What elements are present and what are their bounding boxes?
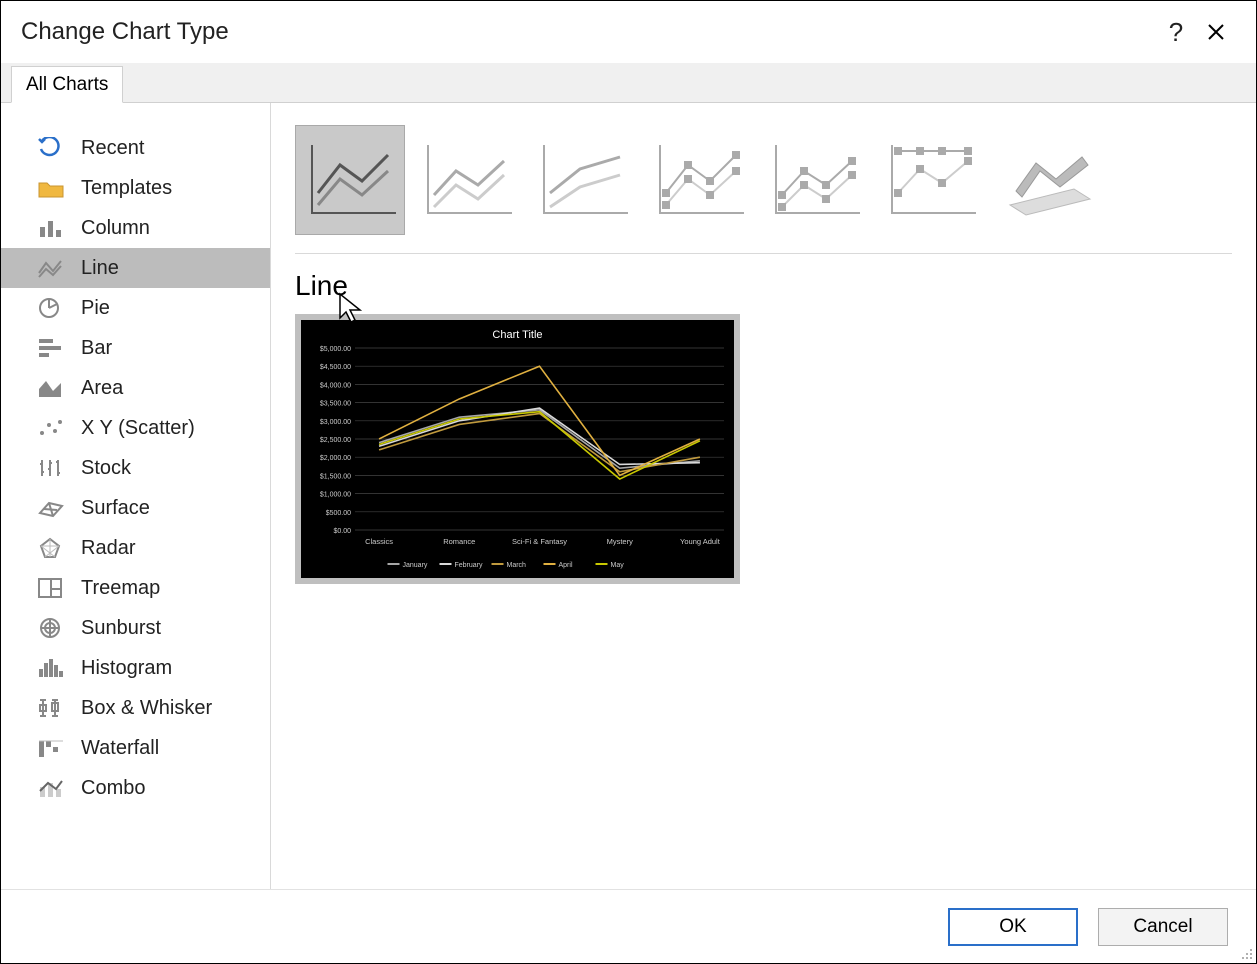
sidebar-item-bar[interactable]: Bar xyxy=(1,328,270,368)
svg-text:January: January xyxy=(403,562,428,569)
sidebar-item-label: Treemap xyxy=(81,577,160,600)
sidebar-item-label: Templates xyxy=(81,177,172,200)
sidebar-item-area[interactable]: Area xyxy=(1,368,270,408)
svg-text:$500.00: $500.00 xyxy=(326,510,351,517)
surface-icon xyxy=(35,495,67,521)
svg-text:March: March xyxy=(507,562,527,569)
subtype-heading: Line xyxy=(295,254,1232,314)
pie-icon xyxy=(35,295,67,321)
sidebar-item-surface[interactable]: Surface xyxy=(1,488,270,528)
histogram-icon xyxy=(35,655,67,681)
svg-text:Young Adult: Young Adult xyxy=(680,537,721,546)
subtype-100-stacked-line[interactable] xyxy=(527,125,637,235)
svg-text:April: April xyxy=(559,562,573,569)
sidebar-item-label: Waterfall xyxy=(81,737,159,760)
sunburst-icon xyxy=(35,615,67,641)
subtype-line-markers[interactable] xyxy=(643,125,753,235)
sidebar-item-label: Bar xyxy=(81,337,112,360)
subtype-line[interactable] xyxy=(295,125,405,235)
sidebar-item-label: Pie xyxy=(81,297,110,320)
sidebar-item-label: Combo xyxy=(81,777,145,800)
sidebar-item-column[interactable]: Column xyxy=(1,208,270,248)
sidebar-item-label: Surface xyxy=(81,497,150,520)
sidebar-item-line[interactable]: Line xyxy=(1,248,270,288)
svg-text:$5,000.00: $5,000.00 xyxy=(320,346,351,353)
tab-all-charts[interactable]: All Charts xyxy=(11,66,123,103)
change-chart-type-dialog: Change Chart Type ? All Charts Recent Tem… xyxy=(0,0,1257,964)
subtype-row xyxy=(295,125,1232,254)
stock-icon xyxy=(35,455,67,481)
combo-icon xyxy=(35,775,67,801)
recent-icon xyxy=(35,135,67,161)
dialog-footer: OK Cancel xyxy=(1,889,1256,963)
svg-text:$3,000.00: $3,000.00 xyxy=(320,419,351,426)
sidebar-item-treemap[interactable]: Treemap xyxy=(1,568,270,608)
svg-text:$1,000.00: $1,000.00 xyxy=(320,492,351,499)
close-button[interactable] xyxy=(1196,17,1236,48)
svg-text:$0.00: $0.00 xyxy=(333,528,351,535)
area-icon xyxy=(35,375,67,401)
sidebar-item-label: Line xyxy=(81,257,119,280)
sidebar-item-box-whisker[interactable]: Box & Whisker xyxy=(1,688,270,728)
sidebar-item-stock[interactable]: Stock xyxy=(1,448,270,488)
svg-text:Sci-Fi & Fantasy: Sci-Fi & Fantasy xyxy=(512,537,567,546)
svg-text:$4,000.00: $4,000.00 xyxy=(320,382,351,389)
svg-text:$1,500.00: $1,500.00 xyxy=(320,473,351,480)
sidebar-item-label: Column xyxy=(81,217,150,240)
sidebar-item-label: Recent xyxy=(81,137,144,160)
sidebar-item-label: Radar xyxy=(81,537,135,560)
sidebar-item-label: Stock xyxy=(81,457,131,480)
sidebar-item-label: Area xyxy=(81,377,123,400)
bar-icon xyxy=(35,335,67,361)
sidebar-item-templates[interactable]: Templates xyxy=(1,168,270,208)
svg-text:Chart Title: Chart Title xyxy=(492,329,542,341)
main-panel: Line Chart Title $0.00 $500.00 $1,000.00 $1,… xyxy=(271,103,1256,889)
svg-text:May: May xyxy=(611,562,625,569)
radar-icon xyxy=(35,535,67,561)
chart-preview[interactable]: Chart Title $0.00 $500.00 $1,000.00 $1,500.0… xyxy=(295,314,740,584)
svg-text:Classics: Classics xyxy=(365,537,393,546)
svg-text:$2,500.00: $2,500.00 xyxy=(320,437,351,444)
sidebar-item-recent[interactable]: Recent xyxy=(1,128,270,168)
svg-text:February: February xyxy=(455,562,484,569)
sidebar-item-sunburst[interactable]: Sunburst xyxy=(1,608,270,648)
sidebar-item-combo[interactable]: Combo xyxy=(1,768,270,808)
sidebar-item-pie[interactable]: Pie xyxy=(1,288,270,328)
sidebar-item-radar[interactable]: Radar xyxy=(1,528,270,568)
sidebar-item-histogram[interactable]: Histogram xyxy=(1,648,270,688)
dialog-title: Change Chart Type xyxy=(21,18,229,46)
titlebar: Change Chart Type ? xyxy=(1,1,1256,63)
subtype-stacked-line-markers[interactable] xyxy=(759,125,869,235)
dialog-content: Recent Templates Column Line Pie Bar Area X Y (… xyxy=(1,103,1256,889)
chart-category-sidebar: Recent Templates Column Line Pie Bar Area X Y (… xyxy=(1,103,271,889)
subtype-stacked-line[interactable] xyxy=(411,125,521,235)
line-icon xyxy=(35,255,67,281)
svg-text:$2,000.00: $2,000.00 xyxy=(320,455,351,462)
help-button[interactable]: ? xyxy=(1156,17,1196,48)
resize-grip-icon xyxy=(1237,944,1253,960)
subtype-100-stacked-line-markers[interactable] xyxy=(875,125,985,235)
svg-text:$4,500.00: $4,500.00 xyxy=(320,364,351,371)
tab-row: All Charts xyxy=(1,63,1256,103)
subtype-3d-line[interactable] xyxy=(991,125,1101,235)
sidebar-item-label: Histogram xyxy=(81,657,172,680)
waterfall-icon xyxy=(35,735,67,761)
column-icon xyxy=(35,215,67,241)
sidebar-item-label: X Y (Scatter) xyxy=(81,417,195,440)
sidebar-item-label: Sunburst xyxy=(81,617,161,640)
ok-button[interactable]: OK xyxy=(948,908,1078,946)
svg-text:Romance: Romance xyxy=(443,537,475,546)
templates-icon xyxy=(35,175,67,201)
svg-text:$3,500.00: $3,500.00 xyxy=(320,401,351,408)
sidebar-item-waterfall[interactable]: Waterfall xyxy=(1,728,270,768)
svg-text:Mystery: Mystery xyxy=(607,537,634,546)
sidebar-item-x-y-scatter-[interactable]: X Y (Scatter) xyxy=(1,408,270,448)
scatter-icon xyxy=(35,415,67,441)
treemap-icon xyxy=(35,575,67,601)
sidebar-item-label: Box & Whisker xyxy=(81,697,212,720)
boxwhisker-icon xyxy=(35,695,67,721)
cancel-button[interactable]: Cancel xyxy=(1098,908,1228,946)
